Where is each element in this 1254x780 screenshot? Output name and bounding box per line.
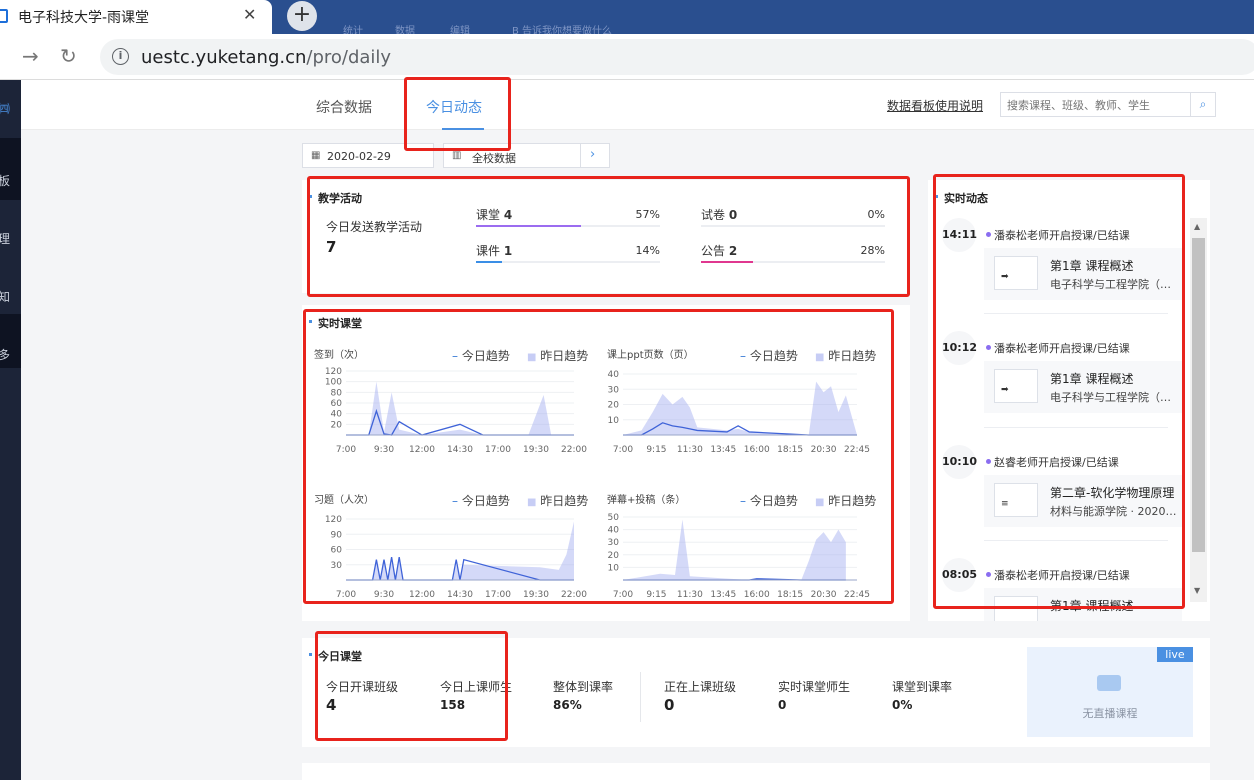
chevron-right-icon[interactable]: › [590, 147, 595, 162]
stat-label: 实时课堂师生 [778, 680, 851, 694]
site-favicon-icon [0, 9, 8, 23]
ghost-tab-label: 数据 [395, 26, 415, 34]
browser-tab-strip: 电子科技大学-雨课堂 ✕ + 统计 数据 编辑 B 告诉我你想要做什么 [0, 0, 1254, 34]
live-badge: live [1157, 647, 1193, 662]
highlight-box [315, 631, 508, 741]
url-field[interactable]: i uestc.yuketang.cn/pro/daily [100, 39, 1254, 75]
scrollbar-thumb[interactable] [1192, 238, 1205, 552]
ghost-tab-label: 统计 [343, 26, 363, 34]
ghost-tab-label: 编辑 [450, 26, 470, 34]
highlight-box [307, 176, 910, 297]
stat-label: 整体到课率 [553, 680, 614, 694]
stat-divider [640, 672, 641, 722]
url-host: uestc.yuketang.cn [141, 47, 307, 68]
video-camera-icon [1097, 675, 1121, 691]
highlight-box [933, 174, 1185, 609]
browser-tab-title: 电子科技大学-雨课堂 [18, 10, 150, 26]
date-value: 2020-02-29 [327, 150, 391, 163]
scroll-down-icon[interactable]: ▼ [1194, 586, 1200, 595]
side-nav-item-manage[interactable]: 理 [0, 230, 10, 247]
next-card [302, 763, 1210, 780]
building-icon: ▥ [452, 150, 462, 161]
live-panel[interactable]: live 无直播课程 [1027, 647, 1193, 737]
search-box: ⌕ [1000, 92, 1216, 117]
stat-label: 正在上课班级 [664, 680, 737, 694]
ghost-tab-label: B 告诉我你想要做什么 [512, 26, 613, 34]
close-tab-icon[interactable]: ✕ [243, 5, 256, 24]
side-nav-active-bg [0, 138, 21, 200]
calendar-icon: ▦ [311, 150, 321, 161]
address-bar-area: → ↻ i uestc.yuketang.cn/pro/daily [0, 34, 1254, 80]
browser-tab[interactable]: 电子科技大学-雨课堂 ✕ [0, 0, 272, 34]
stat-value: 0 [664, 696, 675, 714]
scroll-up-icon[interactable]: ▲ [1194, 222, 1200, 231]
help-link[interactable]: 数据看板使用说明 [887, 97, 983, 114]
tab-overview[interactable]: 综合数据 [316, 97, 372, 117]
stat-value: 0% [892, 698, 913, 712]
no-live-text: 无直播课程 [1082, 707, 1138, 720]
side-nav-logo-icon: ㈣ [0, 102, 11, 116]
feed-scrollbar[interactable]: ▲ ▼ [1190, 218, 1207, 602]
stat-label: 课堂到课率 [892, 680, 953, 694]
reload-icon[interactable]: ↻ [60, 44, 77, 68]
url-path: /pro/daily [306, 47, 392, 68]
side-nav-rail: ㈣ 板 理 知 多 [0, 80, 21, 780]
stat-value: 86% [553, 698, 582, 712]
top-nav: 综合数据 今日动态 数据看板使用说明 ⌕ [21, 80, 1254, 130]
highlight-box [404, 77, 511, 151]
side-nav-item-more[interactable]: 多 [0, 346, 10, 363]
search-input[interactable] [1007, 96, 1187, 114]
side-nav-item-notice[interactable]: 知 [0, 288, 10, 305]
side-nav-item-dashboard[interactable]: 板 [0, 172, 10, 189]
highlight-box [303, 309, 894, 604]
new-tab-button[interactable]: + [287, 1, 317, 31]
stat-value: 0 [778, 698, 787, 712]
site-info-icon[interactable]: i [112, 48, 129, 65]
forward-arrow-icon[interactable]: → [22, 44, 39, 68]
search-icon[interactable]: ⌕ [1190, 93, 1215, 116]
scope-value: 全校数据 [472, 152, 516, 165]
